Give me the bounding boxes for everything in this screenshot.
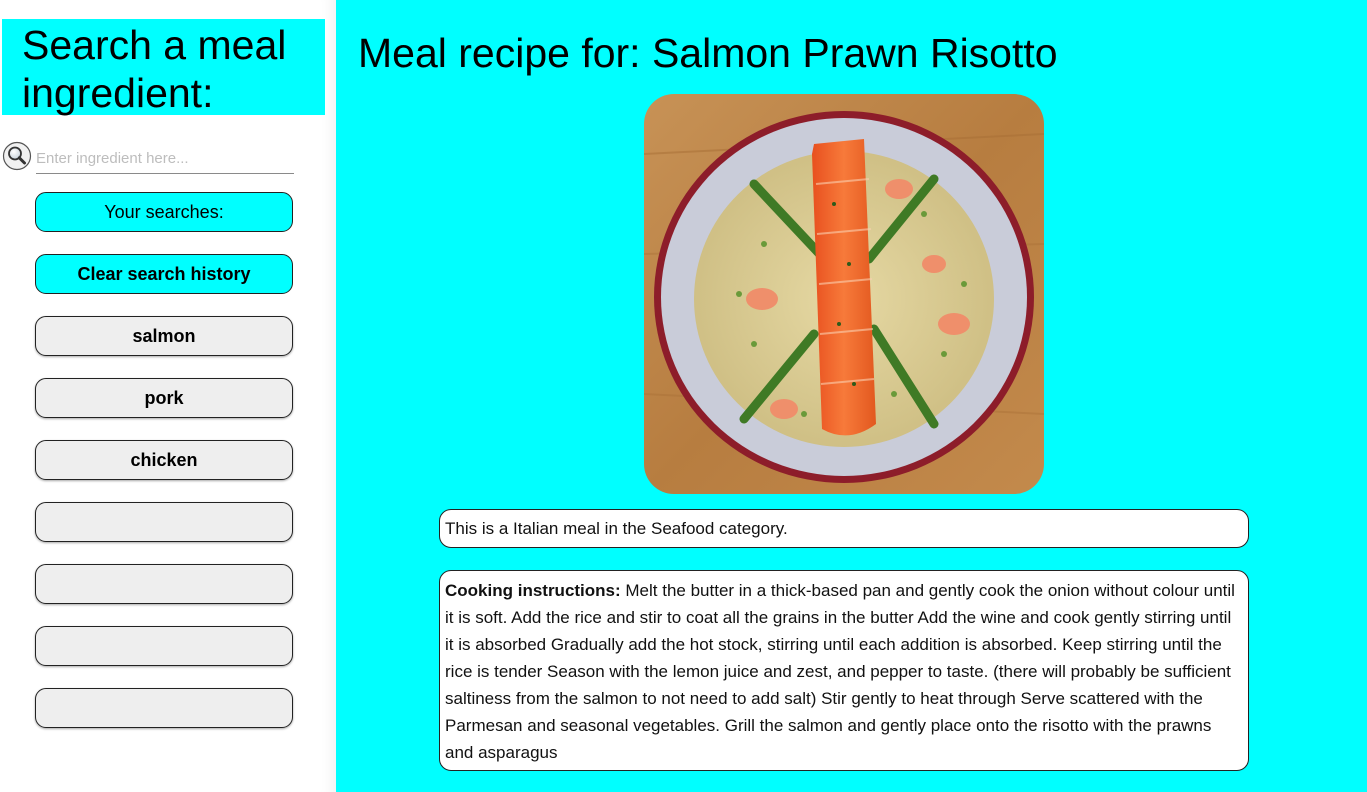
page-title: Meal recipe for: Salmon Prawn Risotto bbox=[358, 30, 1058, 76]
clear-history-button[interactable]: Clear search history bbox=[35, 254, 293, 294]
meal-category-box: This is a Italian meal in the Seafood ca… bbox=[439, 509, 1249, 548]
history-button-empty[interactable] bbox=[35, 688, 293, 728]
history-button-pork[interactable]: pork bbox=[35, 378, 293, 418]
instructions-text: Melt the butter in a thick-based pan and… bbox=[445, 581, 1235, 762]
clear-history-label: Clear search history bbox=[77, 263, 251, 284]
sidebar: Search a meal ingredient: Your searches:… bbox=[0, 0, 336, 792]
history-button-label: chicken bbox=[130, 449, 198, 470]
your-searches-label: Your searches: bbox=[104, 201, 224, 222]
meal-category-text: This is a Italian meal in the Seafood ca… bbox=[445, 519, 788, 538]
instructions-label: Cooking instructions: bbox=[445, 581, 621, 600]
history-button-label: salmon bbox=[132, 325, 196, 346]
history-button-empty[interactable] bbox=[35, 502, 293, 542]
meal-image bbox=[644, 94, 1044, 494]
history-button-chicken[interactable]: chicken bbox=[35, 440, 293, 480]
history-button-empty[interactable] bbox=[35, 564, 293, 604]
search-input[interactable] bbox=[36, 143, 294, 174]
cooking-instructions-box: Cooking instructions: Melt the butter in… bbox=[439, 570, 1249, 771]
history-button-empty[interactable] bbox=[35, 626, 293, 666]
your-searches-button[interactable]: Your searches: bbox=[35, 192, 293, 232]
search-icon[interactable] bbox=[2, 141, 32, 171]
sidebar-title: Search a meal ingredient: bbox=[2, 19, 325, 116]
history-button-label: pork bbox=[144, 387, 184, 408]
history-button-salmon[interactable]: salmon bbox=[35, 316, 293, 356]
search-row bbox=[2, 140, 296, 178]
